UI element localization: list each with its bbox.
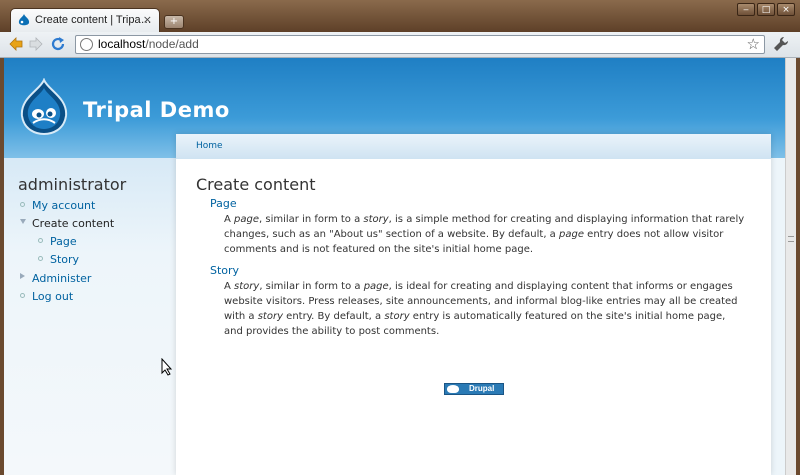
mouse-cursor-icon xyxy=(161,358,173,376)
browser-toolbar: localhost/node/add ☆ xyxy=(0,32,800,58)
sidebar-item-log-out[interactable]: Log out xyxy=(20,290,73,303)
sidebar-title: administrator xyxy=(18,175,127,194)
bullet-icon xyxy=(38,256,43,261)
drupal-logo-icon[interactable] xyxy=(18,78,70,136)
forward-arrow-icon[interactable] xyxy=(28,36,44,52)
globe-icon xyxy=(80,38,93,51)
breadcrumb-bar: Home xyxy=(176,134,771,159)
page-viewport: Tripal Demo administrator My account Cre… xyxy=(4,58,785,475)
sidebar-item-story[interactable]: Story xyxy=(38,253,79,266)
scrollbar-grip-icon xyxy=(788,236,794,242)
bookmark-star-icon[interactable]: ☆ xyxy=(747,35,760,53)
vertical-scrollbar[interactable] xyxy=(785,58,796,475)
powered-by-drupal-badge[interactable]: Drupal xyxy=(444,383,504,395)
tab-close-icon[interactable]: × xyxy=(143,13,152,26)
sidebar-item-my-account[interactable]: My account xyxy=(20,199,95,212)
breadcrumb-home-link[interactable]: Home xyxy=(196,141,223,151)
bullet-icon xyxy=(20,202,25,207)
expanded-triangle-icon xyxy=(20,219,26,224)
window-titlebar: Create content | Tripa… × + ‒ □ × xyxy=(0,0,800,32)
drupal-favicon-icon xyxy=(18,14,30,26)
reload-icon[interactable] xyxy=(50,36,66,52)
sidebar: administrator My account Create content … xyxy=(4,158,176,475)
main-content: Home Create content Page A page, similar… xyxy=(176,134,771,475)
sidebar-item-administer[interactable]: Administer xyxy=(20,272,91,285)
bullet-icon xyxy=(38,238,43,243)
back-arrow-icon[interactable] xyxy=(8,36,24,52)
browser-tab[interactable]: Create content | Tripa… × xyxy=(10,8,160,32)
window-frame-right xyxy=(796,58,800,475)
sidebar-item-create-content[interactable]: Create content xyxy=(20,217,114,230)
page-title: Create content xyxy=(196,175,316,194)
sidebar-item-page[interactable]: Page xyxy=(38,235,77,248)
collapsed-triangle-icon xyxy=(20,273,25,279)
maximize-button[interactable]: □ xyxy=(757,3,775,16)
minimize-button[interactable]: ‒ xyxy=(737,3,755,16)
new-tab-button[interactable]: + xyxy=(164,15,184,29)
bullet-icon xyxy=(20,293,25,298)
drupal-drop-icon xyxy=(447,385,459,393)
content-type-page-description: A page, similar in form to a story, is a… xyxy=(224,214,745,255)
address-bar[interactable]: localhost/node/add ☆ xyxy=(75,35,765,54)
wrench-icon[interactable] xyxy=(773,36,789,52)
content-type-story-description: A story, similar in form to a page, is i… xyxy=(224,281,738,337)
close-window-button[interactable]: × xyxy=(777,3,795,16)
url-text: localhost/node/add xyxy=(98,37,199,51)
site-name[interactable]: Tripal Demo xyxy=(83,98,230,122)
content-type-story-link[interactable]: Story xyxy=(210,264,239,277)
tab-title: Create content | Tripa… xyxy=(35,14,152,26)
content-type-page-link[interactable]: Page xyxy=(210,197,237,210)
